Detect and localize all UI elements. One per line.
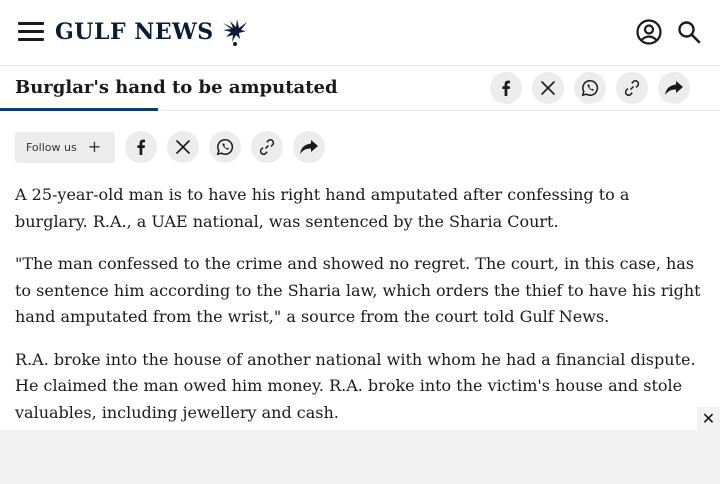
follow-us-label: Follow us	[26, 140, 77, 154]
article-paragraph: A 25-year-old man is to have his right h…	[15, 185, 630, 231]
share-icon	[300, 140, 318, 154]
x-icon	[176, 140, 190, 154]
facebook-icon	[502, 80, 510, 96]
search-icon[interactable]	[677, 20, 701, 44]
whatsapp-share-button[interactable]	[574, 72, 606, 104]
sticky-share-buttons	[490, 72, 690, 104]
reading-progress-bar	[0, 108, 159, 111]
facebook-icon	[137, 139, 145, 155]
more-share-button[interactable]	[658, 72, 690, 104]
copy-link-icon	[259, 139, 275, 155]
x-icon	[541, 81, 555, 95]
whatsapp-icon	[581, 80, 599, 97]
x-share-button[interactable]	[532, 72, 564, 104]
facebook-share-button[interactable]	[125, 131, 157, 163]
site-logo[interactable]: GULF NEWS	[55, 16, 250, 48]
follow-us-button[interactable]: Follow us +	[15, 131, 115, 163]
sticky-article-bar: Burglar's hand to be amputated	[0, 67, 720, 111]
article-share-row: Follow us +	[15, 131, 325, 163]
facebook-share-button[interactable]	[490, 72, 522, 104]
copy-link-icon	[624, 80, 640, 96]
plus-icon: +	[87, 137, 102, 156]
whatsapp-share-button[interactable]	[209, 131, 241, 163]
close-ad-button[interactable]: ✕	[697, 407, 720, 430]
account-icon[interactable]	[636, 19, 662, 45]
article-paragraph: "The man confessed to the crime and show…	[15, 254, 701, 326]
article-paragraph: R.A. broke into the house of another nat…	[15, 349, 696, 422]
logo-text: GULF NEWS	[55, 19, 214, 45]
menu-icon[interactable]	[18, 22, 44, 42]
x-share-button[interactable]	[167, 131, 199, 163]
more-share-button[interactable]	[293, 131, 325, 163]
sticky-article-title: Burglar's hand to be amputated	[15, 77, 338, 98]
ad-banner	[0, 430, 720, 484]
copy-link-button[interactable]	[251, 131, 283, 163]
whatsapp-icon	[216, 139, 234, 156]
article-body: A 25-year-old man is to have his right h…	[15, 182, 707, 442]
share-icon	[665, 81, 683, 95]
copy-link-button[interactable]	[616, 72, 648, 104]
falcon-logo-icon	[222, 19, 247, 46]
site-header: GULF NEWS	[0, 0, 720, 66]
